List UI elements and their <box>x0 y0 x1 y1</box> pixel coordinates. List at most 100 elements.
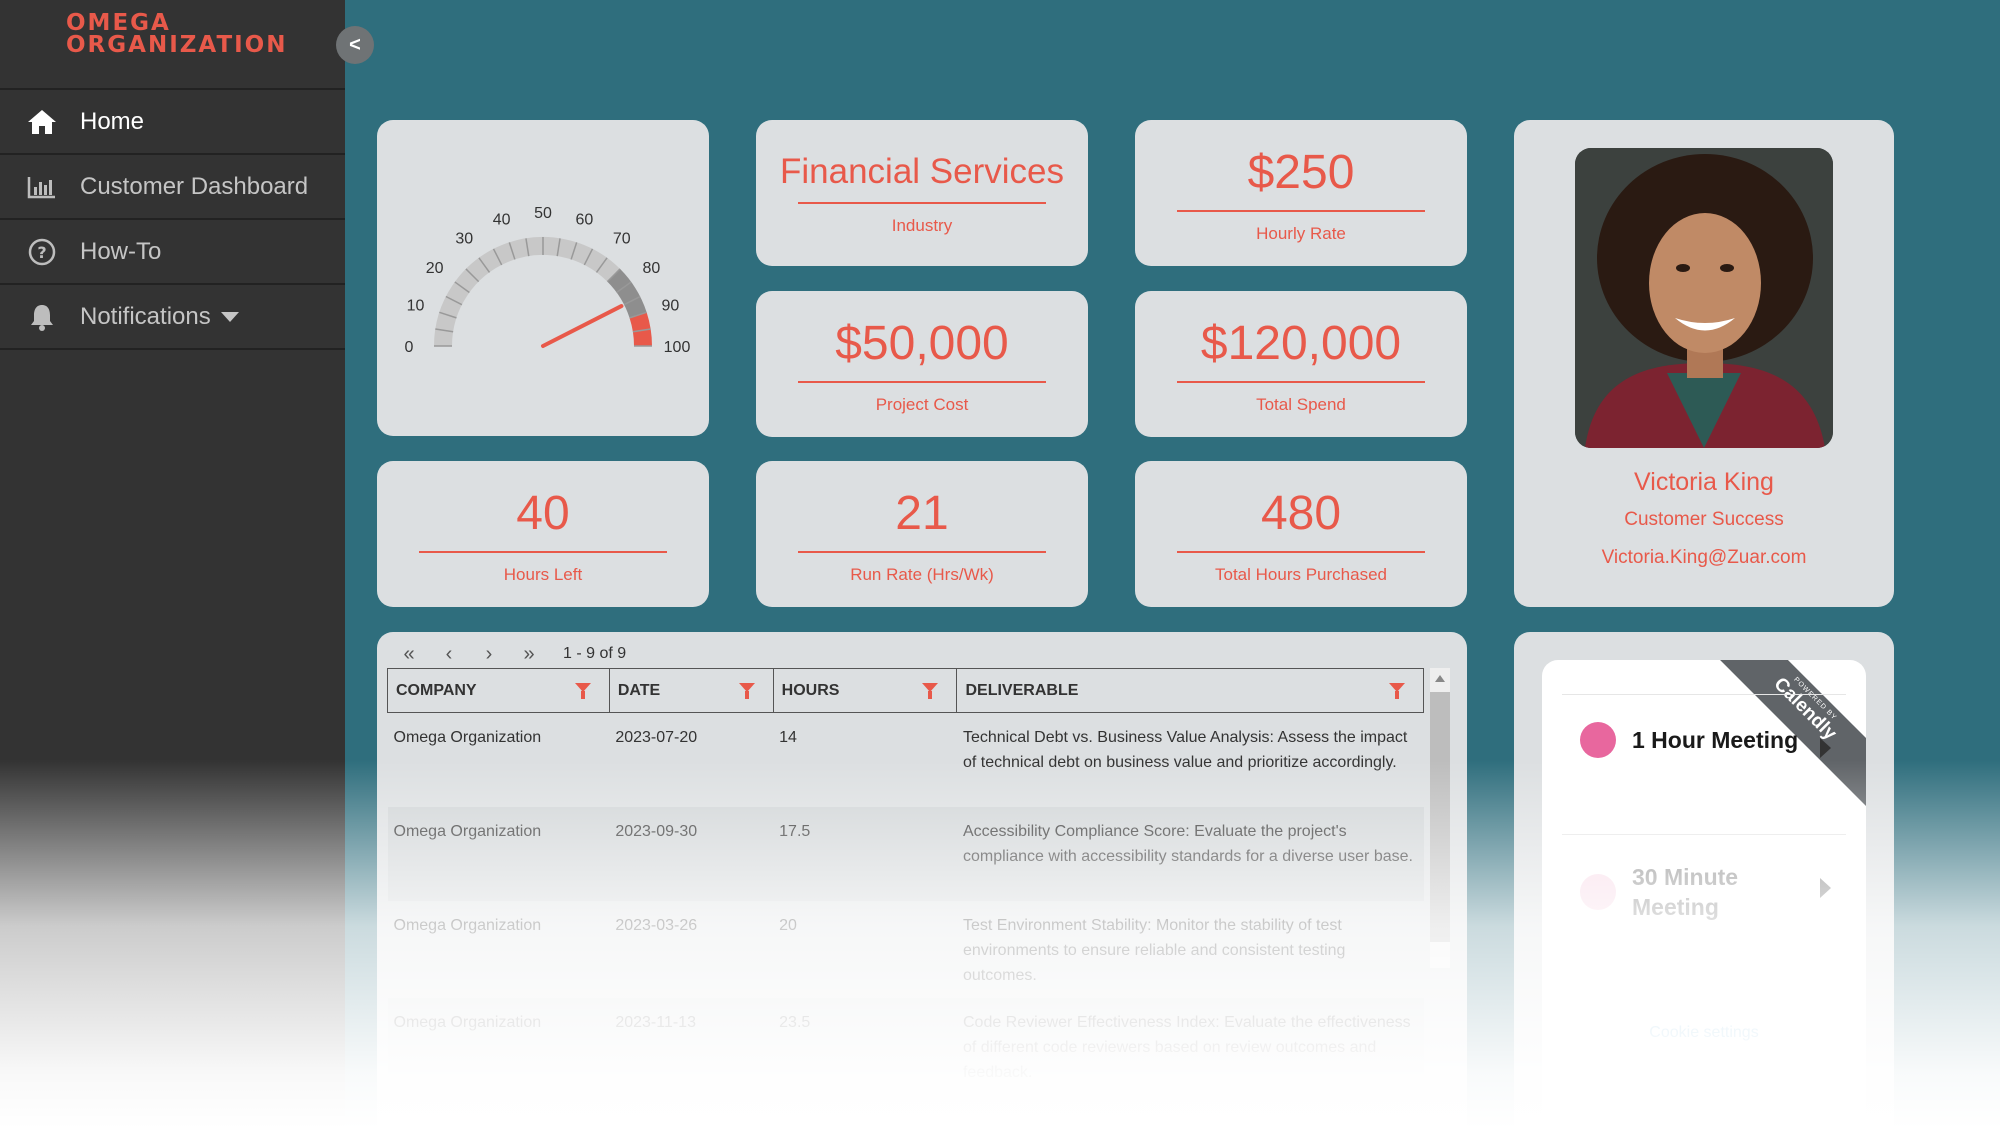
gauge-tick-label: 70 <box>613 231 631 248</box>
divider <box>1177 381 1425 383</box>
chevron-right-icon[interactable] <box>1820 878 1831 898</box>
cell-hours: 17.5 <box>773 806 957 901</box>
industry-card: Financial Services Industry <box>756 120 1088 266</box>
sidebar-item-notifications[interactable]: Notifications <box>0 285 345 350</box>
sidebar-item-customer-dashboard[interactable]: Customer Dashboard <box>0 155 345 220</box>
cell-company: Omega Organization <box>393 916 542 934</box>
sidebar-nav: Home Customer Dashboard ? How-To Notific… <box>0 88 345 350</box>
event-title: 30 Minute Meeting <box>1632 864 1739 920</box>
table-row[interactable]: Omega Organization 2023-11-13 23.5 Code … <box>387 997 1424 1095</box>
cookie-settings-link[interactable]: Cookie settings <box>1542 1024 1866 1042</box>
event-30-minute[interactable]: 30 Minute Meeting <box>1580 862 1762 922</box>
column-header-hours[interactable]: HOURS <box>772 668 958 713</box>
gauge-tick-label: 80 <box>643 260 661 277</box>
sidebar-item-how-to[interactable]: ? How-To <box>0 220 345 285</box>
hours-gauge: 0 10 20 30 40 50 60 70 80 90 100 <box>405 205 691 356</box>
total-hours-value: 480 <box>1260 487 1342 540</box>
column-header-deliverable[interactable]: DELIVERABLE <box>956 668 1424 713</box>
prev-page-button[interactable]: ‹ <box>429 643 469 666</box>
filter-icon[interactable] <box>574 683 591 699</box>
total-spend-value: $120,000 <box>1200 317 1402 370</box>
total-hours-label: Total Hours Purchased <box>1215 565 1387 584</box>
main-content: 0 10 20 30 40 50 60 70 80 90 100 Financial Service… <box>345 0 2000 1129</box>
divider <box>798 551 1046 553</box>
sidebar-item-label: Notifications <box>80 302 211 330</box>
column-header-company[interactable]: COMPANY <box>387 668 610 713</box>
cell-hours: 14 <box>779 729 797 746</box>
gauge-tick-label: 10 <box>407 298 425 315</box>
gauge-tick-label: 0 <box>405 339 414 356</box>
gauge-tick-label: 60 <box>576 212 594 229</box>
gauge-tick-label: 30 <box>455 231 473 248</box>
account-manager-card: Victoria King Customer Success Victoria.… <box>1514 120 1894 607</box>
svg-text:?: ? <box>37 243 46 262</box>
last-page-button[interactable]: » <box>509 643 549 666</box>
divider <box>798 381 1046 383</box>
home-icon <box>24 104 60 140</box>
table-row[interactable]: Omega Organization 2023-09-30 17.5 Acces… <box>387 806 1424 901</box>
divider <box>798 202 1046 204</box>
gauge-card: 0 10 20 30 40 50 60 70 80 90 100 <box>377 120 709 436</box>
column-header-date[interactable]: DATE <box>608 668 774 713</box>
filter-icon[interactable] <box>738 683 755 699</box>
total-spend-card: $120,000 Total Spend <box>1135 291 1467 437</box>
cell-company: Omega Organization <box>387 806 610 901</box>
event-1-hour[interactable]: 1 Hour Meeting <box>1580 722 1798 758</box>
chevron-down-icon <box>220 311 239 322</box>
next-page-button[interactable]: › <box>469 643 509 666</box>
project-cost-label: Project Cost <box>875 395 969 414</box>
filter-icon[interactable] <box>1389 683 1405 699</box>
profile-email[interactable]: Victoria.King@Zuar.com <box>1514 547 1894 569</box>
table-scrollbar[interactable] <box>1430 668 1450 968</box>
cell-deliverable: Technical Debt vs. Business Value Analys… <box>962 729 1408 771</box>
cell-date: 2023-09-30 <box>609 806 774 901</box>
brand-logo[interactable]: OMEGA ORGANIZATION <box>66 12 288 57</box>
column-label: DELIVERABLE <box>965 681 1079 699</box>
sidebar-collapse-button[interactable]: < <box>336 26 374 64</box>
sidebar-item-label: Home <box>80 107 145 135</box>
pager-count: 1 - 9 of 9 <box>563 645 627 662</box>
cell-hours: 23.5 <box>773 997 957 1095</box>
pager: « ‹ › » 1 - 9 of 9 <box>389 642 626 666</box>
hours-left-value: 40 <box>516 487 570 540</box>
column-label: HOURS <box>781 681 840 699</box>
divider <box>1177 551 1425 553</box>
hourly-rate-card: $250 Hourly Rate <box>1135 120 1467 266</box>
cell-deliverable: Code Reviewer Effectiveness Index: Evalu… <box>956 997 1424 1095</box>
sidebar-item-label: How-To <box>80 237 162 265</box>
cell-deliverable: Accessibility Compliance Score: Evaluate… <box>956 806 1424 901</box>
sidebar-item-home[interactable]: Home <box>0 90 345 155</box>
event-title: 1 Hour Meeting <box>1632 727 1799 753</box>
scrollbar-thumb[interactable] <box>1430 692 1450 942</box>
divider <box>1177 210 1425 212</box>
cell-date: 2023-11-13 <box>609 997 774 1095</box>
bell-icon <box>24 299 60 335</box>
gauge-tick-label: 20 <box>426 260 444 277</box>
column-label: DATE <box>617 681 661 699</box>
gauge-tick-label: 50 <box>534 205 552 222</box>
hours-left-card: 40 Hours Left <box>377 461 709 607</box>
divider <box>1562 834 1846 835</box>
filter-icon[interactable] <box>922 683 939 699</box>
table-row[interactable]: Omega Organization 2023-03-26 20 Test En… <box>388 901 1424 998</box>
table-row[interactable]: Omega Organization 2023-07-20 14 Technic… <box>388 713 1424 807</box>
cell-company: Omega Organization <box>393 729 542 746</box>
profile-role: Customer Success <box>1624 509 1784 530</box>
cell-date: 2023-07-20 <box>615 729 698 746</box>
scroll-up-icon[interactable] <box>1435 675 1445 682</box>
bar-chart-icon <box>24 169 60 205</box>
divider <box>1562 694 1846 695</box>
gauge-band-normal <box>434 237 621 347</box>
hourly-rate-label: Hourly Rate <box>1256 224 1346 243</box>
first-page-button[interactable]: « <box>389 643 429 666</box>
gauge-tick-label: 90 <box>662 298 680 315</box>
chevron-right-icon[interactable] <box>1820 738 1831 758</box>
total-hours-card: 480 Total Hours Purchased <box>1135 461 1467 607</box>
deliverables-table: COMPANY DATE HOURS DELIVERABLE Omega Org… <box>387 668 1424 1095</box>
sidebar-item-label: Customer Dashboard <box>80 172 309 200</box>
question-circle-icon: ? <box>24 234 60 270</box>
run-rate-card: 21 Run Rate (Hrs/Wk) <box>756 461 1088 607</box>
hourly-rate-value: $250 <box>1247 146 1355 199</box>
run-rate-label: Run Rate (Hrs/Wk) <box>850 565 994 584</box>
calendly-widget: POWERED BY Calendly 1 Hour Meeting 30 Mi… <box>1542 660 1866 1129</box>
